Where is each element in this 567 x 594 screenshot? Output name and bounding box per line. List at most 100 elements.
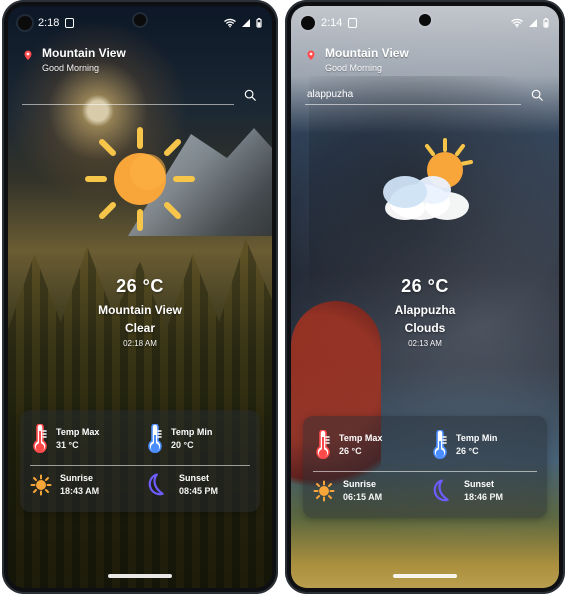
sun-icon	[85, 127, 195, 231]
current-condition: Clear	[124, 321, 156, 335]
sunrise-label: Sunrise	[60, 473, 94, 483]
search-input[interactable]	[305, 85, 521, 105]
current-temp: 26 °C	[116, 276, 164, 296]
weather-main: 26 °C Mountain View Clear 02:18 AM	[8, 276, 272, 348]
two-phone-screenshots: 2:18 Mountain View Good Morning 26 °C Mo…	[0, 0, 567, 594]
sunset-item: Sunset 08:45 PM	[145, 468, 250, 502]
temp-min-text: Temp Min 20 °C	[171, 427, 212, 451]
temp-min-item: Temp Min 20 °C	[145, 422, 250, 456]
details-divider	[30, 465, 250, 466]
search-row	[305, 84, 545, 106]
sunrise-item: Sunrise 06:15 AM	[313, 474, 420, 508]
current-time: 02:13 AM	[408, 339, 442, 348]
search-row	[22, 84, 258, 106]
header-greeting: Good Morning	[42, 63, 100, 73]
details-panel: Temp Max 26 °C Temp Min 26 °C Sunrise 06…	[303, 416, 547, 518]
header-text: Mountain View Good Morning	[42, 46, 126, 74]
sunrise-icon	[313, 480, 335, 502]
current-time: 02:18 AM	[123, 339, 157, 348]
search-button[interactable]	[242, 87, 258, 103]
details-grid: Temp Max 31 °C Temp Min 20 °C Sunrise 18…	[30, 422, 250, 502]
thermometer-red-icon	[316, 430, 330, 459]
sunrise-item: Sunrise 18:43 AM	[30, 468, 135, 502]
battery-icon	[256, 18, 262, 28]
header-greeting: Good Morning	[325, 63, 383, 73]
sunrise-value: 06:15 AM	[343, 492, 383, 502]
sunset-item: Sunset 18:46 PM	[430, 474, 537, 508]
weather-main: 26 °C Alappuzha Clouds 02:13 AM	[291, 276, 559, 348]
front-camera-icon	[301, 16, 315, 30]
screen-right: 2:14 Mountain View Good Morning alappuzh…	[291, 6, 559, 588]
current-location: Alappuzha	[394, 303, 456, 317]
current-temp: 26 °C	[401, 276, 449, 296]
header-city: Mountain View	[42, 46, 126, 60]
sunset-value: 18:46 PM	[464, 492, 504, 502]
center-camera-icon	[419, 14, 431, 26]
search-icon	[531, 89, 543, 101]
front-camera-icon	[18, 16, 32, 30]
header: Mountain View Good Morning	[22, 46, 258, 74]
status-right	[224, 18, 262, 28]
status-left: 2:18	[18, 16, 75, 30]
temp-min-value: 26 °C	[456, 446, 479, 456]
sunset-text: Sunset 08:45 PM	[179, 473, 218, 497]
temp-max-item: Temp Max 31 °C	[30, 422, 135, 456]
phone-right: 2:14 Mountain View Good Morning alappuzh…	[285, 0, 565, 594]
signal-icon	[242, 19, 250, 27]
current-condition: Clouds	[404, 321, 446, 335]
storage-icon	[65, 18, 75, 28]
thermometer-blue-icon	[148, 424, 162, 453]
gesture-bar[interactable]	[108, 574, 172, 578]
temp-min-text: Temp Min 26 °C	[456, 433, 497, 457]
wifi-icon	[224, 18, 236, 28]
thermometer-blue-icon	[433, 430, 447, 459]
status-time: 2:18	[38, 17, 60, 29]
cloud-sun-icon	[383, 138, 473, 220]
status-bar: 2:18	[18, 14, 262, 32]
header: Mountain View Good Morning	[305, 46, 545, 74]
storage-icon	[348, 18, 358, 28]
battery-icon	[543, 18, 549, 28]
status-left: 2:14	[301, 16, 358, 30]
sunset-text: Sunset 18:46 PM	[464, 479, 503, 503]
temp-min-label: Temp Min	[171, 427, 213, 437]
signal-icon	[529, 19, 537, 27]
location-pin-icon	[24, 50, 32, 60]
temp-max-value: 26 °C	[339, 446, 362, 456]
weather-hero-icon	[80, 124, 200, 234]
temp-max-text: Temp Max 26 °C	[339, 433, 382, 457]
location-pin-icon	[307, 50, 315, 60]
center-camera-icon	[134, 14, 146, 26]
status-bar: 2:14	[301, 14, 549, 32]
gesture-bar[interactable]	[393, 574, 457, 578]
details-grid: Temp Max 26 °C Temp Min 26 °C Sunrise 06…	[313, 428, 537, 508]
temp-min-item: Temp Min 26 °C	[430, 428, 537, 462]
temp-min-label: Temp Min	[456, 433, 498, 443]
temp-max-text: Temp Max 31 °C	[56, 427, 99, 451]
moon-icon	[148, 473, 164, 496]
temp-max-value: 31 °C	[56, 440, 79, 450]
header-city: Mountain View	[325, 46, 409, 60]
sunrise-text: Sunrise 06:15 AM	[343, 479, 382, 503]
sunrise-value: 18:43 AM	[60, 486, 100, 496]
sunset-label: Sunset	[464, 479, 495, 489]
weather-hero-icon	[365, 130, 485, 240]
sunrise-icon	[30, 474, 52, 496]
temp-max-label: Temp Max	[339, 433, 383, 443]
thermometer-red-icon	[33, 424, 47, 453]
sunrise-label: Sunrise	[343, 479, 377, 489]
current-location: Mountain View	[98, 303, 182, 317]
search-icon	[244, 89, 256, 101]
status-right	[511, 18, 549, 28]
wifi-icon	[511, 18, 523, 28]
phone-left: 2:18 Mountain View Good Morning 26 °C Mo…	[2, 0, 278, 594]
temp-min-value: 20 °C	[171, 440, 194, 450]
moon-icon	[433, 479, 449, 502]
temp-max-item: Temp Max 26 °C	[313, 428, 420, 462]
search-input[interactable]	[22, 85, 234, 105]
status-time: 2:14	[321, 17, 343, 29]
details-panel: Temp Max 31 °C Temp Min 20 °C Sunrise 18…	[20, 410, 260, 512]
header-text: Mountain View Good Morning	[325, 46, 409, 74]
details-divider	[313, 471, 537, 472]
search-button[interactable]	[529, 87, 545, 103]
